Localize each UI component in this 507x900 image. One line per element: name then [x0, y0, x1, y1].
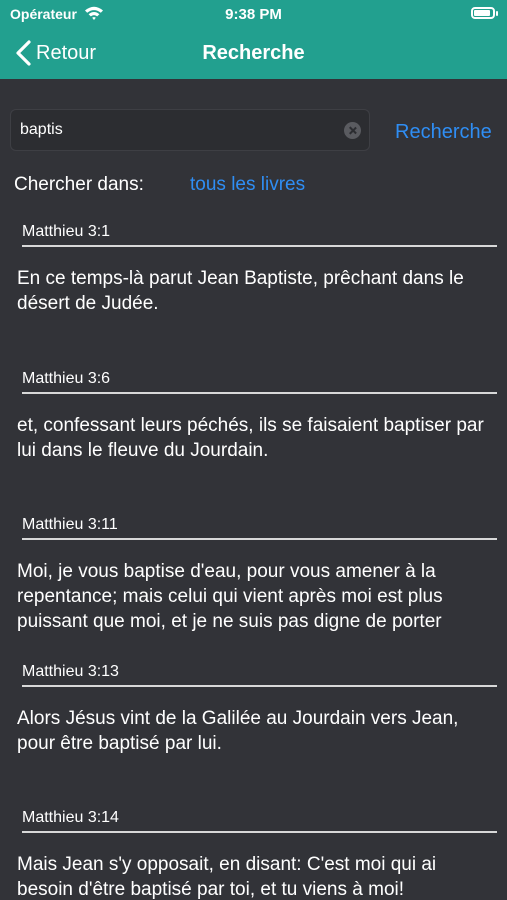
verse-reference: Matthieu 3:6	[22, 369, 111, 387]
list-item[interactable]: Matthieu 3:6 et, confessant leurs péchés…	[0, 359, 507, 506]
status-bar: Opérateur 9:38 PM	[0, 0, 507, 28]
list-item[interactable]: Matthieu 3:1 En ce temps-là parut Jean B…	[0, 212, 507, 359]
page-title: Recherche	[202, 42, 305, 64]
divider	[22, 684, 497, 687]
search-input[interactable]	[20, 110, 340, 150]
search-field	[10, 109, 370, 151]
verse-reference: Matthieu 3:1	[22, 223, 111, 240]
list-item[interactable]: Matthieu 3:11 Moi, je vous baptise d'eau…	[0, 505, 507, 652]
clear-icon[interactable]	[344, 122, 361, 139]
verse-reference: Matthieu 3:11	[22, 516, 118, 533]
verse-text: et, confessant leurs péchés, ils se fais…	[17, 414, 484, 461]
divider	[22, 391, 497, 394]
divider	[22, 831, 497, 833]
verse-text: En ce temps-là parut Jean Baptiste, prêc…	[17, 268, 464, 314]
verse-reference: Matthieu 3:13	[22, 662, 119, 680]
verse-reference: Matthieu 3:14	[22, 809, 119, 826]
scope-selector[interactable]: tous les livres	[190, 174, 305, 196]
scope-label: Chercher dans:	[14, 174, 144, 195]
navigation-bar: Retour Recherche	[0, 28, 507, 79]
clock: 9:38 PM	[225, 6, 282, 23]
verse-text: Mais Jean s'y opposait, en disant: C'est…	[17, 854, 437, 900]
battery-icon	[471, 7, 498, 19]
divider	[22, 245, 497, 247]
verse-text: Alors Jésus vint de la Galilée au Jourda…	[17, 707, 459, 754]
results-list[interactable]: Matthieu 3:1 En ce temps-là parut Jean B…	[0, 212, 507, 900]
verse-text: Moi, je vous baptise d'eau, pour vous am…	[17, 561, 443, 632]
search-button[interactable]: Recherche	[395, 121, 492, 144]
list-item[interactable]: Matthieu 3:14 Mais Jean s'y opposait, en…	[0, 798, 507, 900]
divider	[22, 538, 497, 540]
list-item[interactable]: Matthieu 3:13 Alors Jésus vint de la Gal…	[0, 652, 507, 799]
